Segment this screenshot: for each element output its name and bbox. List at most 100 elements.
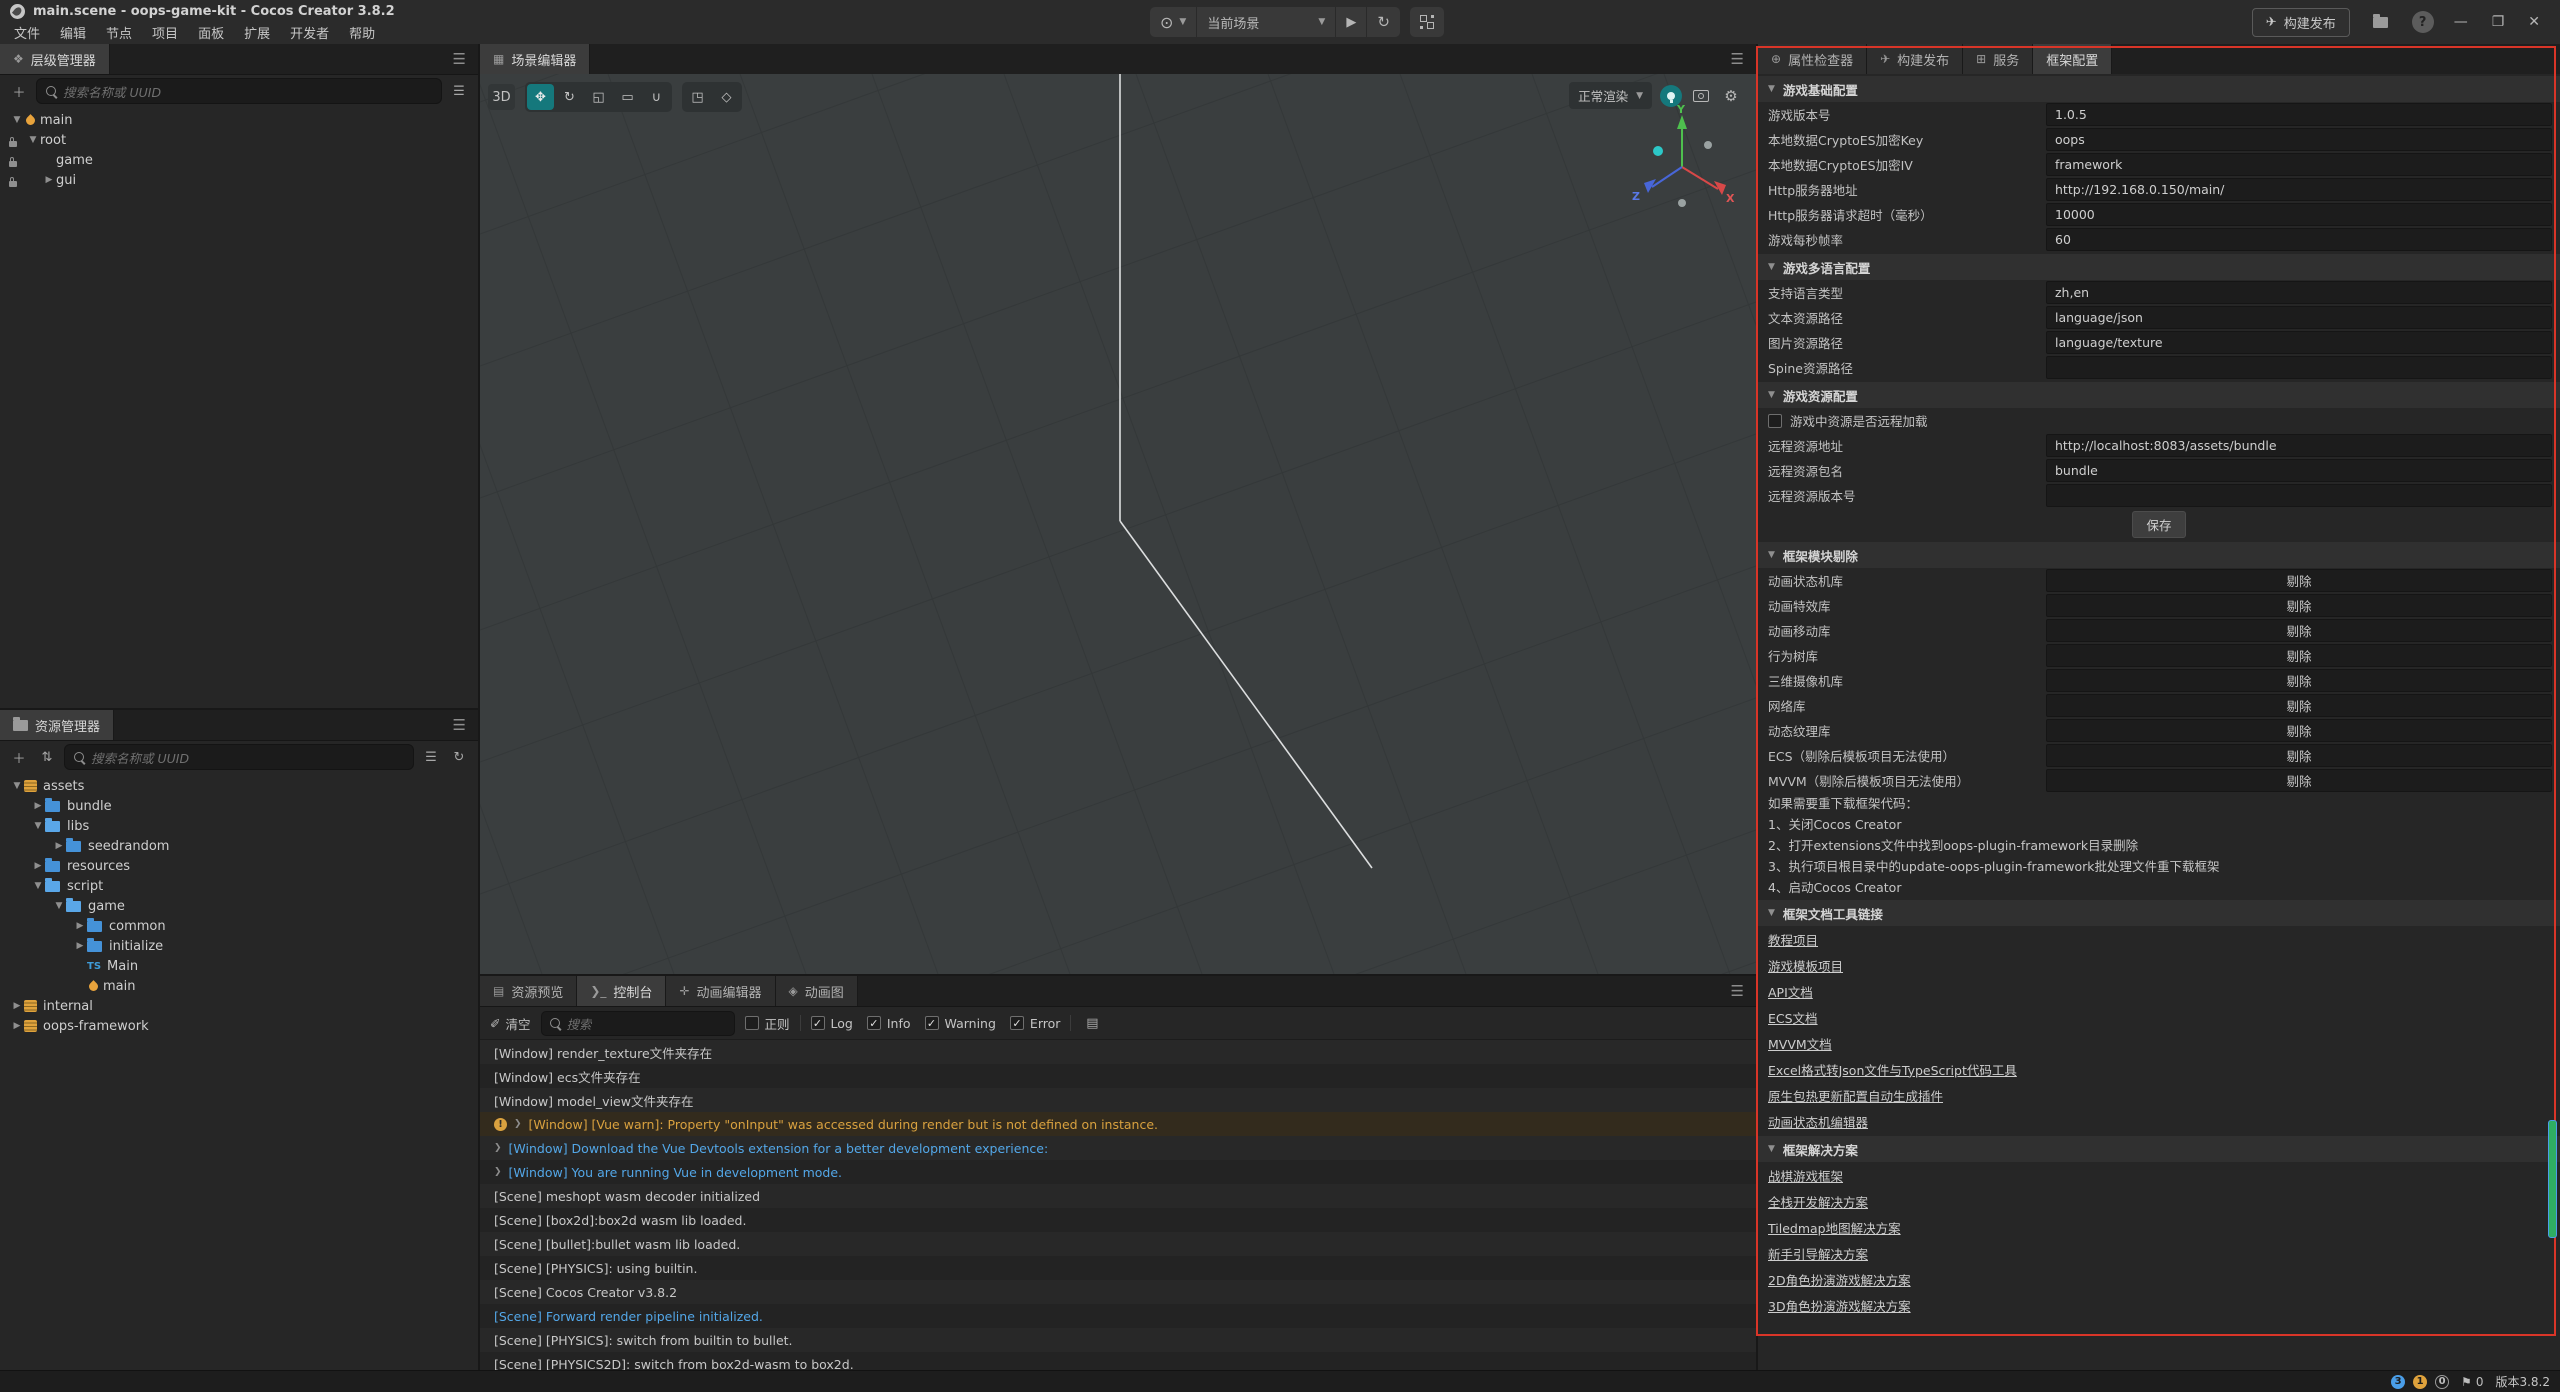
log-row[interactable]: [Scene] Forward render pipeline initiali…	[480, 1304, 1756, 1328]
link-动画状态机编辑器[interactable]: 动画状态机编辑器	[1768, 1112, 1868, 1131]
log-row[interactable]: [Scene] [bullet]:bullet wasm lib loaded.	[480, 1232, 1756, 1256]
remove-module-button[interactable]: 剔除	[2046, 569, 2552, 592]
pivot-icon[interactable]: ◇	[713, 84, 740, 110]
tab-assets[interactable]: 资源管理器	[0, 710, 114, 740]
tool-rotate-button[interactable]: ↻	[556, 84, 583, 110]
chevron-collapsed-icon[interactable]: ▶	[73, 941, 87, 951]
clear-console-button[interactable]: ✐ 清空	[490, 1014, 531, 1033]
checkbox-Error[interactable]: ✓	[1010, 1016, 1024, 1030]
field-Spine资源路径[interactable]	[2046, 356, 2552, 379]
checkbox-Warning[interactable]: ✓	[925, 1016, 939, 1030]
asset-node-oops-framework[interactable]: ▶oops-framework	[0, 1016, 478, 1036]
link-原生包热更新配置自动生成插件[interactable]: 原生包热更新配置自动生成插件	[1768, 1086, 1943, 1105]
field-远程资源包名[interactable]: bundle	[2046, 459, 2552, 482]
link-新手引导解决方案[interactable]: 新手引导解决方案	[1768, 1244, 1868, 1263]
save-button[interactable]: 保存	[2132, 511, 2185, 538]
error-count[interactable]: 0	[2435, 1375, 2449, 1389]
chevron-collapsed-icon[interactable]: ▶	[42, 175, 56, 185]
field-Http服务器地址[interactable]: http://192.168.0.150/main/	[2046, 178, 2552, 201]
create-asset-button[interactable]: ＋	[8, 746, 30, 768]
scene-selector[interactable]: 当前场景 ▼	[1197, 7, 1336, 37]
link-游戏模板项目[interactable]: 游戏模板项目	[1768, 956, 1843, 975]
asset-node-main[interactable]: main	[0, 976, 478, 996]
asset-node-internal[interactable]: ▶internal	[0, 996, 478, 1016]
log-row[interactable]: [Window] ecs文件夹存在	[480, 1064, 1756, 1088]
asset-node-libs[interactable]: ▼libs	[0, 816, 478, 836]
axis-gizmo[interactable]: Y X Z	[1622, 103, 1742, 223]
hierarchy-node-game[interactable]: game	[0, 150, 478, 170]
snap-icon[interactable]: ◳	[684, 84, 711, 110]
asset-node-initialize[interactable]: ▶initialize	[0, 936, 478, 956]
regex-checkbox[interactable]	[745, 1016, 759, 1030]
section-游戏多语言配置[interactable]: ▼游戏多语言配置	[1758, 254, 2560, 280]
chevron-expanded-icon[interactable]: ▼	[10, 115, 24, 125]
field-支持语言类型[interactable]: zh,en	[2046, 281, 2552, 304]
log-row[interactable]: [Scene] [PHYSICS]: switch from builtin t…	[480, 1328, 1756, 1352]
checkbox-Info[interactable]: ✓	[867, 1016, 881, 1030]
asset-node-resources[interactable]: ▶resources	[0, 856, 478, 876]
tab-scene-editor[interactable]: ▦ 场景编辑器	[480, 44, 590, 74]
chevron-expanded-icon[interactable]: ▼	[52, 901, 66, 911]
chevron-collapsed-icon[interactable]: ▶	[31, 861, 45, 871]
remove-module-button[interactable]: 剔除	[2046, 619, 2552, 642]
regex-toggle[interactable]: 正则	[745, 1014, 790, 1033]
tab-动画编辑器[interactable]: ✛动画编辑器	[666, 976, 775, 1006]
open-folder-button[interactable]	[2366, 9, 2396, 35]
link-API文档[interactable]: API文档	[1768, 982, 1813, 1001]
tool-scale-button[interactable]: ◱	[585, 84, 612, 110]
expand-chevron-icon[interactable]: ❯	[514, 1119, 522, 1129]
asset-node-common[interactable]: ▶common	[0, 916, 478, 936]
link-Excel格式转Json文件与TypeScript代码工具[interactable]: Excel格式转Json文件与TypeScript代码工具	[1768, 1060, 2017, 1079]
chevron-collapsed-icon[interactable]: ▶	[10, 1001, 24, 1011]
chevron-expanded-icon[interactable]: ▼	[31, 821, 45, 831]
chevron-expanded-icon[interactable]: ▼	[10, 781, 24, 791]
filter-Warning[interactable]: ✓Warning	[925, 1016, 996, 1031]
link-MVVM文档[interactable]: MVVM文档	[1768, 1034, 1832, 1053]
maximize-button[interactable]: ❐	[2488, 14, 2509, 30]
log-row[interactable]: [Scene] [PHYSICS]: using builtin.	[480, 1256, 1756, 1280]
log-row[interactable]: [Scene] meshopt wasm decoder initialized	[480, 1184, 1756, 1208]
tab-构建发布[interactable]: ✈构建发布	[1867, 44, 1963, 74]
log-row[interactable]: !❯[Window] [Vue warn]: Property "onInput…	[480, 1112, 1756, 1136]
tool-rect-button[interactable]: ▭	[614, 84, 641, 110]
remove-module-button[interactable]: 剔除	[2046, 669, 2552, 692]
checkbox-Log[interactable]: ✓	[811, 1016, 825, 1030]
tab-服务[interactable]: ⊞服务	[1963, 44, 2033, 74]
menu-item-项目[interactable]: 项目	[142, 21, 188, 44]
minimize-button[interactable]: —	[2450, 14, 2472, 30]
field-Http服务器请求超时（毫秒）[interactable]: 10000	[2046, 203, 2552, 226]
field-远程资源版本号[interactable]	[2046, 484, 2552, 507]
panel-menu-icon[interactable]: ☰	[1719, 982, 1756, 1000]
refresh-icon[interactable]: ↻	[448, 746, 470, 768]
chevron-collapsed-icon[interactable]: ▶	[31, 801, 45, 811]
sort-icon[interactable]: ⇅	[36, 746, 58, 768]
section-游戏资源配置[interactable]: ▼游戏资源配置	[1758, 382, 2560, 408]
tab-动画图[interactable]: ◈动画图	[776, 976, 858, 1006]
menu-item-编辑[interactable]: 编辑	[50, 21, 96, 44]
link-Tiledmap地图解决方案[interactable]: Tiledmap地图解决方案	[1768, 1218, 1901, 1237]
section-框架解决方案[interactable]: ▼框架解决方案	[1758, 1136, 2560, 1162]
preview-device-selector[interactable]: ⊙ ▼	[1150, 7, 1197, 37]
chevron-expanded-icon[interactable]: ▼	[31, 881, 45, 891]
field-本地数据CryptoES加密IV[interactable]: framework	[2046, 153, 2552, 176]
filter-Info[interactable]: ✓Info	[867, 1016, 911, 1031]
reload-button[interactable]: ↻	[1367, 7, 1400, 37]
filter-icon[interactable]: ☰	[448, 80, 470, 102]
chevron-collapsed-icon[interactable]: ▶	[10, 1021, 24, 1031]
build-publish-button[interactable]: ✈ 构建发布	[2252, 8, 2350, 37]
remove-module-button[interactable]: 剔除	[2046, 644, 2552, 667]
expand-chevron-icon[interactable]: ❯	[494, 1143, 502, 1153]
tool-move-button[interactable]: ✥	[527, 84, 554, 110]
menu-item-开发者[interactable]: 开发者	[280, 21, 339, 44]
menu-item-面板[interactable]: 面板	[188, 21, 234, 44]
menu-item-文件[interactable]: 文件	[4, 21, 50, 44]
log-row[interactable]: [Scene] Cocos Creator v3.8.2	[480, 1280, 1756, 1304]
log-row[interactable]: ❯[Window] You are running Vue in develop…	[480, 1160, 1756, 1184]
tool-union-button[interactable]: ∪	[643, 84, 670, 110]
warning-count[interactable]: 1	[2413, 1375, 2427, 1389]
remove-module-button[interactable]: 剔除	[2046, 769, 2552, 792]
menu-item-扩展[interactable]: 扩展	[234, 21, 280, 44]
menu-item-帮助[interactable]: 帮助	[339, 21, 385, 44]
info-count[interactable]: 3	[2391, 1375, 2405, 1389]
link-全栈开发解决方案[interactable]: 全栈开发解决方案	[1768, 1192, 1868, 1211]
